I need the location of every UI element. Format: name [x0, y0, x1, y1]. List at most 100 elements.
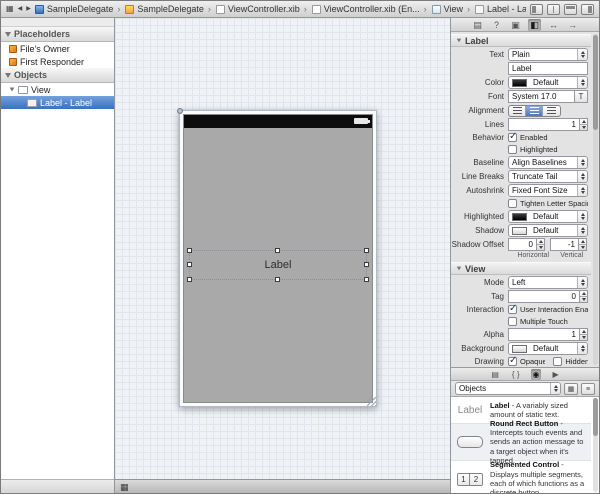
- background-popup[interactable]: Default: [508, 342, 588, 355]
- line-breaks-popup[interactable]: Truncate Tail: [508, 170, 588, 183]
- library-item-segmented-control[interactable]: 12 Segmented Control - Displays multiple…: [451, 461, 591, 493]
- version-editor-icon[interactable]: [564, 4, 577, 15]
- highlighted-checkbox[interactable]: [508, 145, 517, 154]
- project-icon: [35, 5, 44, 14]
- inspector-scrollbar[interactable]: [593, 34, 598, 365]
- field-label: Baseline: [451, 158, 508, 167]
- text-style-popup[interactable]: Plain: [508, 48, 588, 61]
- highlighted-color-row: Highlighted Default: [451, 210, 588, 223]
- alpha-field[interactable]: [508, 328, 579, 341]
- library-item-round-rect-button[interactable]: Round Rect Button - Intercepts touch eve…: [451, 424, 591, 461]
- tighten-letter-spacing-checkbox[interactable]: [508, 199, 517, 208]
- breadcrumb-label-object[interactable]: Label - Label: [465, 4, 526, 14]
- lines-field[interactable]: [508, 118, 579, 131]
- autoshrink-row: Autoshrink Fixed Font Size: [451, 184, 588, 197]
- code-snippet-library-icon[interactable]: [510, 369, 522, 380]
- attributes-inspector-icon[interactable]: [528, 19, 541, 31]
- root-view[interactable]: Label: [184, 128, 372, 402]
- resize-handle[interactable]: [187, 262, 192, 267]
- list-view-icon[interactable]: ≡: [581, 383, 595, 395]
- tag-stepper[interactable]: [579, 290, 588, 303]
- canvas-grid[interactable]: Label: [115, 18, 451, 479]
- shadow-offset-vertical-field[interactable]: [550, 238, 578, 251]
- multiple-touch-checkbox[interactable]: [508, 317, 517, 326]
- standard-editor-icon[interactable]: [530, 4, 543, 15]
- shadow-color-popup[interactable]: Default: [508, 224, 588, 237]
- assistant-editor-icon[interactable]: [547, 4, 560, 15]
- resize-handle[interactable]: [187, 248, 192, 253]
- baseline-popup[interactable]: Align Baselines: [508, 156, 588, 169]
- alpha-stepper[interactable]: [579, 328, 588, 341]
- connections-inspector-icon[interactable]: [566, 19, 579, 31]
- multiple-touch-row: Multiple Touch: [451, 316, 588, 327]
- identity-inspector-icon[interactable]: [509, 19, 522, 31]
- close-dot-icon[interactable]: [177, 108, 183, 114]
- field-label: Interaction: [451, 305, 508, 314]
- label-selection-box[interactable]: Label: [190, 251, 366, 279]
- autoshrink-popup[interactable]: Fixed Font Size: [508, 184, 588, 197]
- align-left-segment[interactable]: [509, 106, 526, 116]
- related-items-icon[interactable]: [6, 4, 14, 14]
- view-editor-window[interactable]: Label: [179, 110, 377, 407]
- highlighted-color-popup[interactable]: Default: [508, 210, 588, 223]
- resize-handle[interactable]: [364, 248, 369, 253]
- view-section-header[interactable]: View: [451, 262, 591, 275]
- shadow-offset-horizontal-field[interactable]: [508, 238, 536, 251]
- enabled-checkbox[interactable]: [508, 133, 517, 142]
- media-library-icon[interactable]: [550, 369, 560, 380]
- utilities-panel: Label Text Plain Color: [451, 18, 599, 493]
- breadcrumb-locale-file[interactable]: ViewController.xib (En...: [302, 4, 420, 14]
- resize-handle[interactable]: [275, 248, 280, 253]
- hidden-checkbox[interactable]: [553, 357, 562, 366]
- resize-handle[interactable]: [364, 277, 369, 282]
- breadcrumb-file[interactable]: ViewController.xib: [206, 4, 300, 14]
- library-item-name: Round Rect Button: [490, 419, 558, 428]
- opaque-checkbox[interactable]: [508, 357, 517, 366]
- font-field[interactable]: [508, 90, 575, 103]
- library-panel: Objects ▦ ≡ Label Label - A variably siz…: [451, 367, 599, 493]
- outline-toggle-icon[interactable]: [120, 481, 129, 493]
- scrollbar-thumb[interactable]: [593, 35, 598, 130]
- breadcrumb-group[interactable]: SampleDelegate: [115, 4, 204, 14]
- shadow-offset-horizontal-stepper[interactable]: [536, 238, 545, 251]
- breadcrumb-view[interactable]: View: [422, 4, 463, 14]
- utilities-toggle-icon[interactable]: [581, 4, 594, 15]
- forward-icon[interactable]: [26, 4, 31, 14]
- sidebar-item-label-label[interactable]: Label - Label: [1, 96, 114, 109]
- mode-popup[interactable]: Left: [508, 276, 588, 289]
- objects-section-header[interactable]: Objects: [1, 68, 114, 83]
- grid-view-icon[interactable]: ▦: [564, 383, 578, 395]
- resize-handle[interactable]: [275, 277, 280, 282]
- field-label: Highlighted: [451, 212, 508, 221]
- library-scope-popup[interactable]: Objects: [455, 382, 561, 395]
- lines-stepper[interactable]: [579, 118, 588, 131]
- shadow-offset-vertical-stepper[interactable]: [578, 238, 587, 251]
- resize-handle[interactable]: [187, 277, 192, 282]
- tag-field[interactable]: [508, 290, 579, 303]
- popup-arrows-icon: [577, 171, 587, 182]
- resize-grip-icon[interactable]: [367, 397, 376, 406]
- back-icon[interactable]: [18, 4, 23, 14]
- file-template-library-icon[interactable]: [489, 369, 501, 380]
- label-section-header[interactable]: Label: [451, 34, 591, 47]
- breadcrumb-project[interactable]: SampleDelegate: [35, 4, 114, 14]
- user-interaction-checkbox[interactable]: [508, 305, 517, 314]
- canvas-label-text[interactable]: Label: [265, 259, 292, 271]
- sidebar-item-files-owner[interactable]: File's Owner: [1, 42, 114, 55]
- quick-help-icon[interactable]: [490, 19, 503, 31]
- sidebar-item-first-responder[interactable]: First Responder: [1, 55, 114, 68]
- placeholders-section-header[interactable]: Placeholders: [1, 27, 114, 42]
- resize-handle[interactable]: [364, 262, 369, 267]
- scrollbar-thumb[interactable]: [593, 398, 598, 436]
- file-inspector-icon[interactable]: [471, 19, 484, 31]
- color-popup[interactable]: Default: [508, 76, 588, 89]
- font-picker-icon[interactable]: T: [575, 90, 588, 103]
- align-center-segment[interactable]: [526, 106, 543, 116]
- label-text-field[interactable]: [508, 62, 588, 75]
- sidebar-item-view[interactable]: View: [1, 83, 114, 96]
- library-scrollbar[interactable]: [593, 398, 598, 492]
- object-library-icon[interactable]: [531, 369, 542, 380]
- disclosure-triangle-icon: [457, 39, 462, 43]
- size-inspector-icon[interactable]: [547, 19, 560, 31]
- align-right-segment[interactable]: [543, 106, 560, 116]
